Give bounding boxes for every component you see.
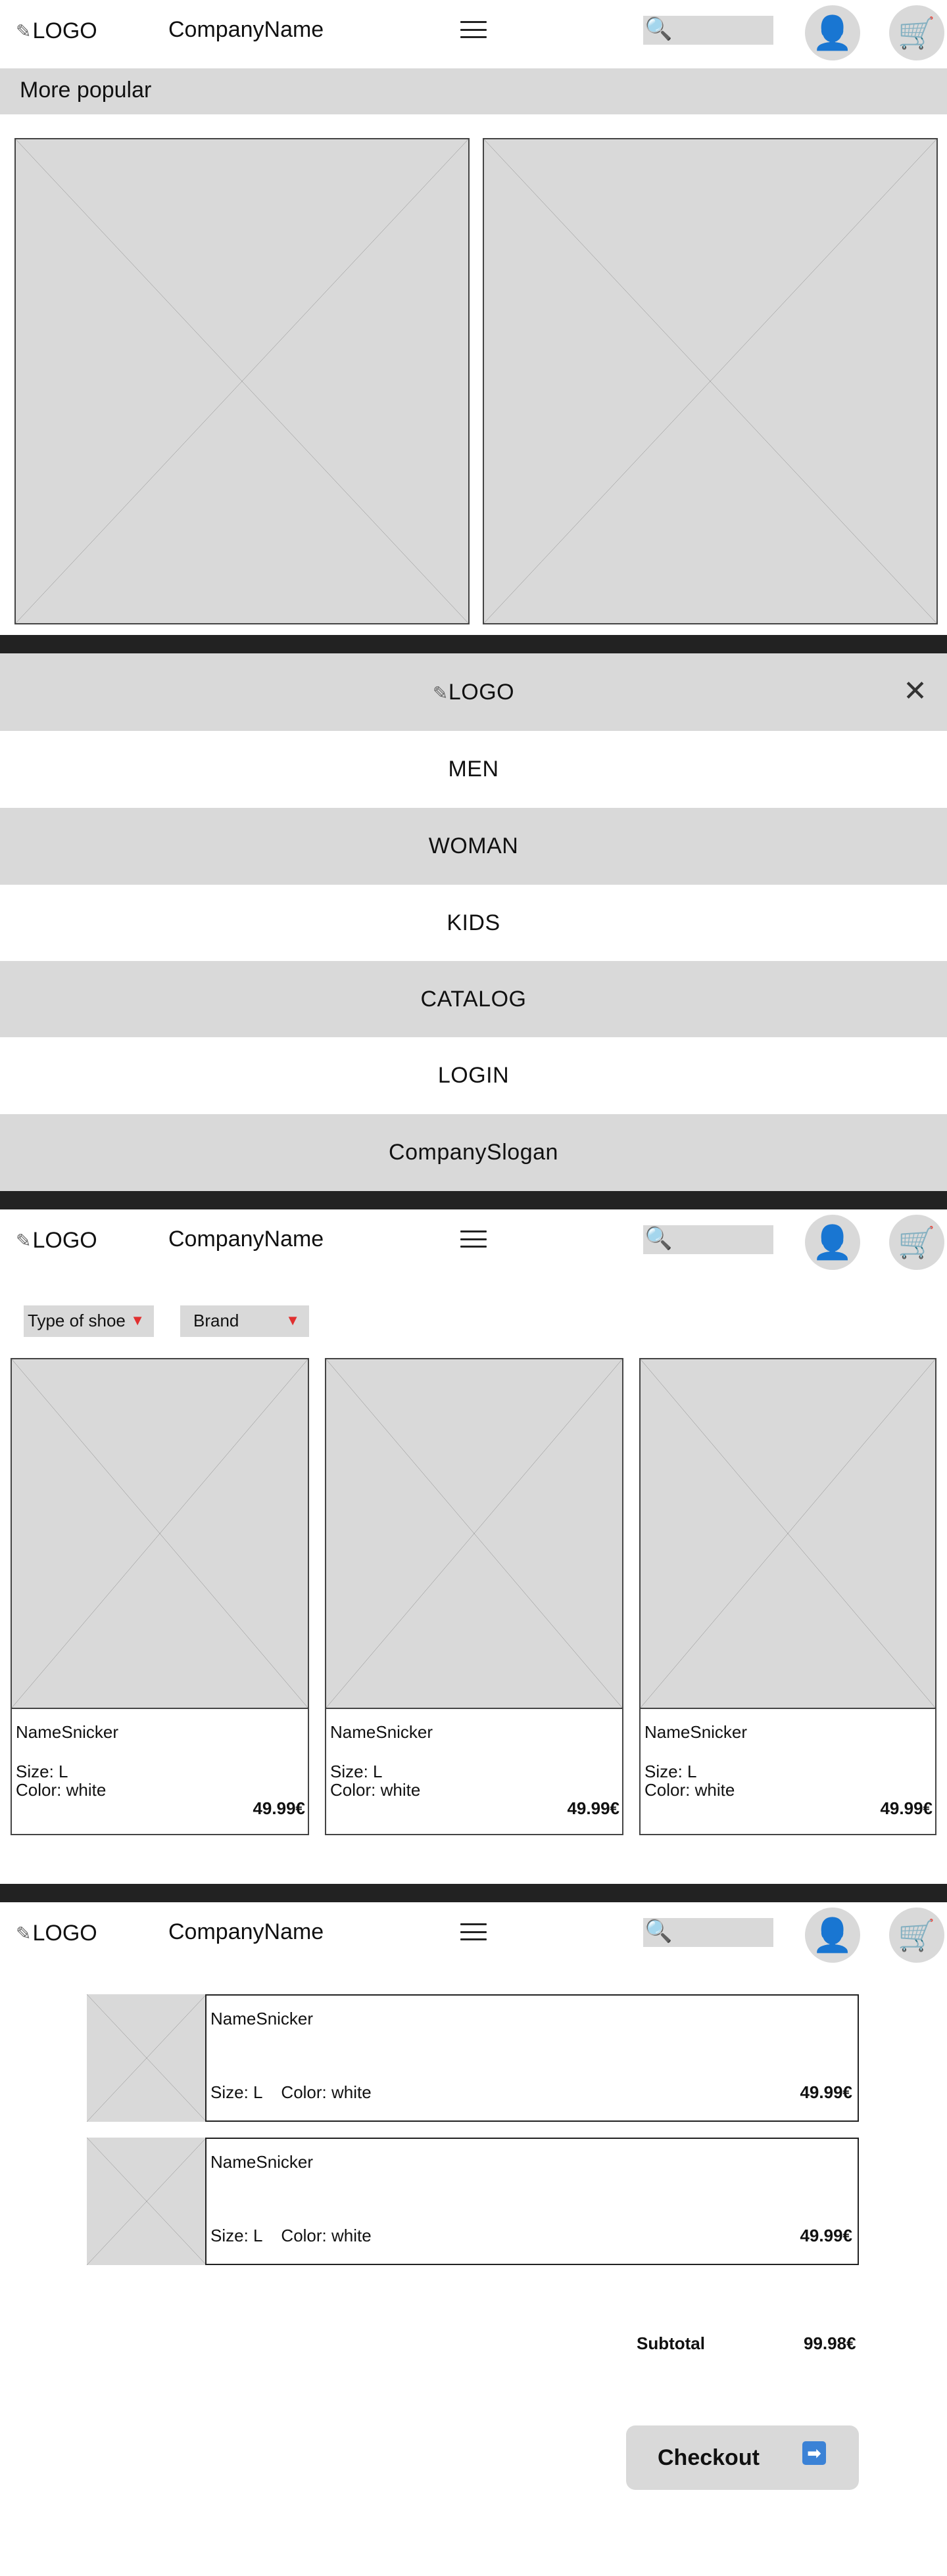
logo-text: LOGO	[32, 1921, 97, 1946]
pencil-icon: ✎	[16, 1923, 32, 1944]
menu-item-catalog[interactable]: CATALOG	[0, 961, 947, 1038]
menu-item-woman[interactable]: WOMAN	[0, 808, 947, 885]
cart-icon[interactable]: 🛒	[889, 1215, 944, 1270]
logo[interactable]: ✎ LOGO	[16, 1921, 97, 1946]
cart-item-name: NameSnicker	[210, 2009, 314, 2028]
product-price: 49.99€	[567, 1798, 619, 1818]
checkout-label: Checkout	[658, 2445, 760, 2470]
menu-item-men[interactable]: MEN	[0, 731, 947, 808]
product-size: Size: L	[16, 1762, 68, 1781]
cart-item-image-placeholder	[87, 1994, 206, 2122]
user-account-icon[interactable]: 👤	[805, 5, 860, 60]
product-color: Color: white	[644, 1780, 735, 1800]
product-name: NameSnicker	[644, 1722, 748, 1742]
header-catalog: ✎ LOGO CompanyName 🔍 👤 🛒	[0, 1209, 947, 1275]
filter-type-of-shoe[interactable]: Type of shoe ▼	[24, 1305, 154, 1337]
cart-icon[interactable]: 🛒	[889, 5, 944, 60]
cart-item-image-placeholder	[87, 2138, 206, 2265]
section-divider	[0, 1191, 947, 1209]
menu-item-kids[interactable]: KIDS	[0, 885, 947, 962]
user-account-icon[interactable]: 👤	[805, 1908, 860, 1963]
product-name: NameSnicker	[330, 1722, 433, 1742]
cart-icon[interactable]: 🛒	[889, 1908, 944, 1963]
logo[interactable]: ✎ LOGO	[16, 18, 97, 44]
pencil-icon: ✎	[16, 21, 32, 41]
hamburger-menu-icon[interactable]	[460, 1229, 487, 1249]
company-slogan: CompanySlogan	[0, 1114, 947, 1191]
pencil-icon: ✎	[16, 1230, 32, 1251]
product-card-info[interactable]: NameSnicker Size: L Color: white 49.99€	[11, 1708, 309, 1835]
menu-logo-text: LOGO	[448, 679, 515, 705]
cart-item-price: 49.99€	[800, 2082, 852, 2102]
product-card-info[interactable]: NameSnicker Size: L Color: white 49.99€	[639, 1708, 936, 1835]
hamburger-menu-icon[interactable]	[460, 1922, 487, 1942]
company-name: CompanyName	[168, 1919, 324, 1944]
product-size: Size: L	[644, 1762, 697, 1781]
product-color: Color: white	[330, 1780, 421, 1800]
product-image-placeholder[interactable]	[483, 138, 938, 624]
logo-text: LOGO	[32, 1228, 97, 1253]
product-name: NameSnicker	[16, 1722, 119, 1742]
popular-title: More popular	[20, 78, 152, 103]
product-color: Color: white	[16, 1780, 107, 1800]
product-price: 49.99€	[253, 1798, 305, 1818]
menu-item-login[interactable]: LOGIN	[0, 1037, 947, 1114]
search-input[interactable]: 🔍	[643, 1918, 773, 1947]
subtotal-label: Subtotal	[637, 2333, 705, 2353]
product-size: Size: L	[330, 1762, 383, 1781]
logo[interactable]: ✎ LOGO	[16, 1228, 97, 1253]
cart-item[interactable]: NameSnicker Size: L Color: white 49.99€	[205, 1994, 859, 2122]
cart-item-name: NameSnicker	[210, 2152, 314, 2172]
subtotal-value: 99.98€	[804, 2333, 856, 2353]
cart-item-meta: Size: L Color: white	[210, 2082, 372, 2102]
arrow-right-icon: ➡	[802, 2441, 826, 2465]
search-input[interactable]: 🔍	[643, 16, 773, 45]
close-icon[interactable]: ✕	[903, 677, 927, 706]
search-icon: 🔍	[644, 1226, 673, 1251]
product-image-placeholder[interactable]	[639, 1358, 936, 1709]
popular-section-bar: More popular	[0, 68, 947, 114]
cart-item-price: 49.99€	[800, 2226, 852, 2245]
pencil-icon: ✎	[432, 682, 449, 703]
search-input[interactable]: 🔍	[643, 1225, 773, 1254]
cart-item[interactable]: NameSnicker Size: L Color: white 49.99€	[205, 2138, 859, 2265]
product-image-placeholder[interactable]	[11, 1358, 309, 1709]
search-icon: 🔍	[644, 16, 673, 41]
hamburger-menu-icon[interactable]	[460, 20, 487, 39]
filter-label: Brand	[193, 1311, 239, 1330]
product-image-placeholder[interactable]	[14, 138, 470, 624]
dropdown-arrow-icon: ▼	[285, 1312, 300, 1328]
product-image-placeholder[interactable]	[325, 1358, 623, 1709]
header-home: ✎ LOGO CompanyName 🔍 👤 🛒	[0, 0, 947, 66]
checkout-button[interactable]: Checkout ➡	[626, 2425, 859, 2490]
logo-text: LOGO	[32, 18, 97, 43]
product-card-info[interactable]: NameSnicker Size: L Color: white 49.99€	[325, 1708, 623, 1835]
filter-brand[interactable]: Brand ▼	[180, 1305, 309, 1337]
menu-header: ✎LOGO	[0, 653, 947, 731]
filter-label: Type of shoe	[28, 1311, 126, 1330]
company-name: CompanyName	[168, 17, 324, 42]
cart-item-meta: Size: L Color: white	[210, 2226, 372, 2245]
header-cart: ✎ LOGO CompanyName 🔍 👤 🛒	[0, 1902, 947, 1968]
section-divider	[0, 1884, 947, 1902]
menu-logo[interactable]: ✎LOGO	[433, 680, 514, 705]
company-name: CompanyName	[168, 1227, 324, 1252]
product-price: 49.99€	[880, 1798, 933, 1818]
user-account-icon[interactable]: 👤	[805, 1215, 860, 1270]
section-divider	[0, 635, 947, 653]
dropdown-arrow-icon: ▼	[130, 1312, 145, 1328]
search-icon: 🔍	[644, 1919, 673, 1944]
